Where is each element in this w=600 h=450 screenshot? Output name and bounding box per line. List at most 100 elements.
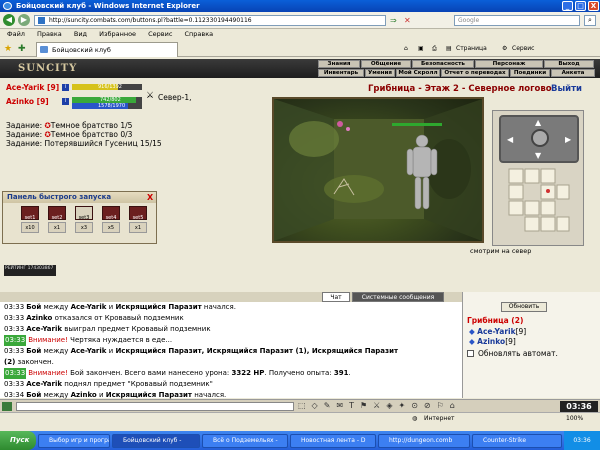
menu-file[interactable]: Файл [7,30,25,38]
zoom-level[interactable]: 100% [566,413,583,425]
chat-timestamp[interactable]: 03:33 [4,324,24,335]
task-list: Задание: ✪Темное братство 1/5 Задание: ✪… [6,121,162,148]
crossed-swords-icon[interactable]: ⚔ [146,91,154,101]
arrow-right-icon[interactable]: ▶ [565,135,571,144]
chat-text: Бой закончен. Всего вами нанесено урона: [67,369,232,377]
quick-count-1: x10 [21,222,39,233]
player2-name[interactable]: Azinko [6,97,34,106]
quick-slot-5[interactable]: set5 [129,206,147,221]
refresh-button[interactable]: Обновить [501,302,547,312]
rating-counter[interactable]: РЕЙТИНГ 174303867 [4,265,56,276]
forward-arrow-icon[interactable]: ▶ [18,14,30,26]
tab-fight-club[interactable]: Бойцовский клуб [36,42,178,57]
quick-slot-1[interactable]: set1 [21,206,39,221]
chat-text: Бой [26,347,42,355]
menu-help[interactable]: Справка [185,30,214,38]
arrow-down-icon[interactable]: ▼ [535,151,541,160]
menu-tools[interactable]: Сервис [148,30,172,38]
nav-communication[interactable]: Общение [361,60,411,68]
chat-text: отказался от Кровавый подземник [52,314,184,322]
auto-refresh-checkbox[interactable] [467,350,474,357]
dungeon-view[interactable] [272,97,484,243]
taskbar-item[interactable]: Бойцовский клуб - [112,434,200,448]
nav-knowledge[interactable]: Знания [318,60,360,68]
quick-count-5: x1 [129,222,147,233]
private-icon[interactable]: ◆ [469,327,475,336]
nav-skills[interactable]: Умения [365,69,395,77]
navigation-compass[interactable]: ▲ ◀ ▶ ▼ [499,115,579,163]
nav-security[interactable]: Безопасность [412,60,474,68]
info-icon[interactable]: i [62,98,69,105]
back-arrow-icon[interactable]: ◀ [3,14,15,26]
player1-info: Ace-Yarik [9] [6,83,59,92]
chat-toolbar-icons[interactable]: ⬚◇✎✉T⚑⚔◈✦⊙⊘⚐⌂ [298,401,558,410]
maximize-button[interactable]: □ [575,1,586,11]
favorites-star-icon[interactable]: ★ [4,44,14,54]
chat-timestamp[interactable]: 03:33 [4,368,27,379]
menu-favorites[interactable]: Избранное [99,30,136,38]
print-icon[interactable]: ⎙ [432,43,437,55]
chat-text: Внимание! [28,369,68,377]
info-icon[interactable]: i [62,84,69,91]
home-icon[interactable]: ⌂ [404,43,408,55]
chat-line: 03:33 Внимание! Чертяка нуждается в еде..… [0,335,462,346]
chat-timestamp[interactable]: 03:33 [4,346,24,357]
arrow-up-icon[interactable]: ▲ [535,118,541,127]
quick-slot-2[interactable]: set2 [48,206,66,221]
nav-inventory[interactable]: Инвентарь [318,69,364,77]
chat-timestamp[interactable]: 03:33 [4,379,24,390]
arrow-left-icon[interactable]: ◀ [507,135,513,144]
search-input[interactable]: Google [454,15,580,26]
private-icon[interactable]: ◆ [469,337,475,346]
nav-exit[interactable]: Выход [544,60,594,68]
close-window-button[interactable]: X [588,1,599,11]
go-arrow-icon[interactable]: ⇒ [390,16,399,25]
nav-profile[interactable]: Анкета [551,69,595,77]
feeds-icon[interactable]: ▣ [418,43,424,55]
exit-link[interactable]: Выйти [551,84,582,94]
chat-text: Azinko [26,314,53,322]
taskbar-item[interactable]: Новостная лента - D [290,434,376,448]
chat-text: выиграл предмет Кровавый подземник [62,325,211,333]
view-caption: смотрим на север [470,247,532,255]
chat-timestamp[interactable]: 03:33 [4,302,24,313]
quick-slot-3[interactable]: set3 [75,206,93,221]
chat-timestamp[interactable]: 03:33 [4,335,27,346]
player1-name[interactable]: Ace-Yarik [6,83,44,92]
close-icon[interactable]: X [147,192,153,203]
chat-mode-icon[interactable] [2,402,12,411]
chat-input[interactable] [16,402,294,411]
window-title: Бойцовский клуб - Windows Internet Explo… [16,2,200,10]
tab-system-messages[interactable]: Системные сообщения [352,292,444,302]
minimap[interactable]: ▲ ◀ ▶ ▼ [492,110,584,246]
chat-text: Ace-Yarik [26,325,63,333]
chat-log: 03:33 Бой между Ace-Yarik и Искрящийся Па… [0,302,462,423]
taskbar-item[interactable]: Counter-Strike [472,434,562,448]
taskbar-item[interactable]: Выбор игр и програм [38,434,110,448]
taskbar: Пуск Выбор игр и програм Бойцовский клуб… [0,431,600,450]
menu-view[interactable]: Вид [74,30,87,38]
nav-character[interactable]: Персонаж [475,60,543,68]
search-icon[interactable]: ⌕ [584,15,596,26]
quick-slot-4[interactable]: set4 [102,206,120,221]
start-button[interactable]: Пуск [0,431,36,450]
chat-timestamp[interactable]: 03:33 [4,313,24,324]
nav-duels[interactable]: Поединки [510,69,550,77]
menu-edit[interactable]: Правка [37,30,62,38]
add-favorite-icon[interactable]: ✚ [18,44,28,54]
stop-icon[interactable]: ✕ [404,16,413,25]
address-bar[interactable]: http://suncity.combats.com/buttons.pl?ba… [34,15,386,26]
player-list-item[interactable]: ◆ Ace-Yarik[9] [469,327,526,336]
taskbar-item[interactable]: Всё о Подземельях - [202,434,288,448]
direction-text: Север-1, [158,93,192,102]
page-menu[interactable]: Страница [456,43,487,55]
tools-menu[interactable]: Сервис [512,43,534,55]
tab-chat[interactable]: Чат [322,292,350,302]
nav-my-scroll[interactable]: Мой Скролл [396,69,440,77]
minimize-button[interactable]: _ [562,1,573,11]
taskbar-item[interactable]: http://dungeon.comb [378,434,470,448]
nav-transfer-report[interactable]: Отчет о переводах [441,69,509,77]
chat-text: между [41,391,71,399]
player-list-item[interactable]: ◆ Azinko[9] [469,337,516,346]
location-panel: Обновить Грибница (2) ◆ Ace-Yarik[9] ◆ A… [462,292,600,398]
